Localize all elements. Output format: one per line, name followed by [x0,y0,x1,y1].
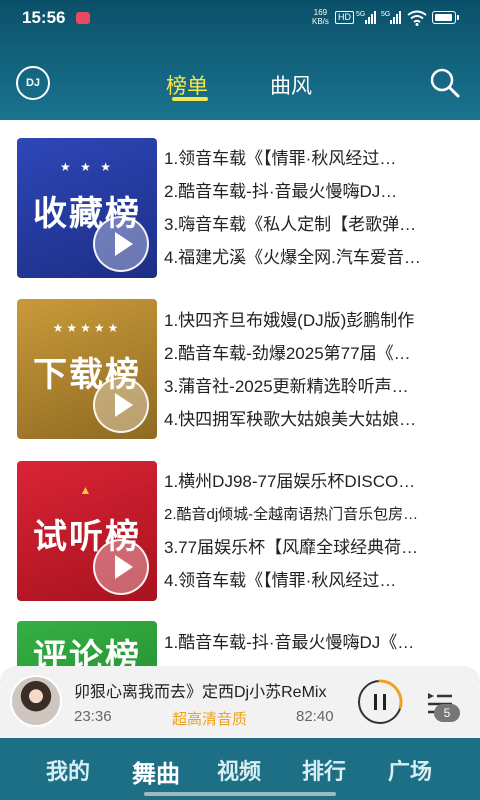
chart-cover-listens[interactable]: ▲ 试听榜 [17,461,157,601]
stars-decoration: ★★★★★ [52,321,122,335]
search-icon[interactable] [428,66,462,100]
nav-mine[interactable]: 我的 [46,754,90,786]
dj-logo-button[interactable]: DJ [16,66,50,100]
status-time: 15:56 [22,8,66,27]
nav-video[interactable]: 视频 [217,754,261,786]
home-indicator[interactable] [144,792,336,796]
list-item[interactable]: 1.横州DJ98-77届娱乐杯DISCO… [164,465,464,498]
play-icon[interactable] [93,216,149,272]
play-icon[interactable] [93,539,149,595]
pause-button[interactable] [356,678,404,726]
list-item[interactable]: 2.酷音dj倾城-全越南语热门音乐包房… [164,498,464,531]
list-item[interactable]: 4.福建尤溪《火爆全网.汽车爱音… [164,241,464,274]
list-item[interactable]: 2.酷音车载-劲爆2025第77届《… [164,337,464,370]
signal-icon-2: 5G [381,11,401,24]
nav-dance[interactable]: 舞曲 [132,754,180,789]
bottom-navigation: 我的 舞曲 视频 排行 广场 [0,738,480,800]
network-speed: 169 KB/s [312,8,329,26]
tab-genres[interactable]: 曲风 [270,70,312,100]
status-bar: 15:56 169 KB/s HD 5G 5G [0,0,480,36]
svg-text:5G: 5G [381,11,390,18]
now-playing-title[interactable]: 卯狠心离我而去》定西Dj小苏ReMix [74,678,350,702]
signal-icon: 5G [356,11,376,24]
list-item[interactable]: 3.77届娱乐杯【风靡全球经典荷… [164,531,464,564]
play-icon[interactable] [93,377,149,433]
chart-songs-favorites: 1.领音车载《【情罪·秋风经过… 2.酷音车载-抖·音最火慢嗨DJ… 3.嗨音车… [164,142,464,274]
chart-cover-downloads[interactable]: ★★★★★ 下载榜 [17,299,157,439]
nav-square[interactable]: 广场 [388,754,432,786]
notification-icon [76,12,90,24]
chart-songs-downloads: 1.快四齐旦布娥嫚(DJ版)彭鹏制作 2.酷音车载-劲爆2025第77届《… 3… [164,304,464,436]
list-item[interactable]: 3.蒲音社-2025更新精选聆听声… [164,370,464,403]
svg-text:5G: 5G [356,11,365,18]
quality-badge[interactable]: 超高清音质 [172,708,247,729]
list-item[interactable]: 1.快四齐旦布娥嫚(DJ版)彭鹏制作 [164,304,464,337]
list-item[interactable]: 2.酷音车载-抖·音最火慢嗨DJ… [164,175,464,208]
tab-rankings[interactable]: 榜单 [166,70,208,100]
wifi-icon [407,10,427,26]
nav-ranking[interactable]: 排行 [302,754,346,786]
list-item[interactable]: 3.嗨音车载《私人定制【老歌弹… [164,208,464,241]
battery-icon [432,11,459,24]
chart-songs-comments: 1.酷音车载-抖·音最火慢嗨DJ《… [164,626,464,659]
list-item[interactable]: 4.快四拥军秧歌大姑娘美大姑娘… [164,403,464,436]
chart-cover-favorites[interactable]: ★ ★ ★ 收藏榜 [17,138,157,278]
app-header: DJ 榜单 曲风 [0,56,480,112]
chart-songs-listens: 1.横州DJ98-77届娱乐杯DISCO… 2.酷音dj倾城-全越南语热门音乐包… [164,465,464,597]
crown-decoration: ▲ [79,483,95,497]
hd-badge: HD [335,11,354,24]
current-time: 23:36 [74,708,112,725]
list-item[interactable]: 4.领音车载《【情罪·秋风经过… [164,564,464,597]
list-item[interactable]: 1.酷音车载-抖·音最火慢嗨DJ《… [164,626,464,659]
album-cover[interactable] [10,675,62,727]
chart-list[interactable]: ★ ★ ★ 收藏榜 1.领音车载《【情罪·秋风经过… 2.酷音车载-抖·音最火慢… [0,120,480,680]
active-tab-indicator [172,97,208,101]
total-time: 82:40 [296,708,334,725]
stars-decoration: ★ ★ ★ [60,160,114,174]
mini-player[interactable]: 卯狠心离我而去》定西Dj小苏ReMix 23:36 超高清音质 82:40 5 [0,666,480,738]
list-item[interactable]: 1.领音车载《【情罪·秋风经过… [164,142,464,175]
queue-count-badge: 5 [434,704,460,722]
